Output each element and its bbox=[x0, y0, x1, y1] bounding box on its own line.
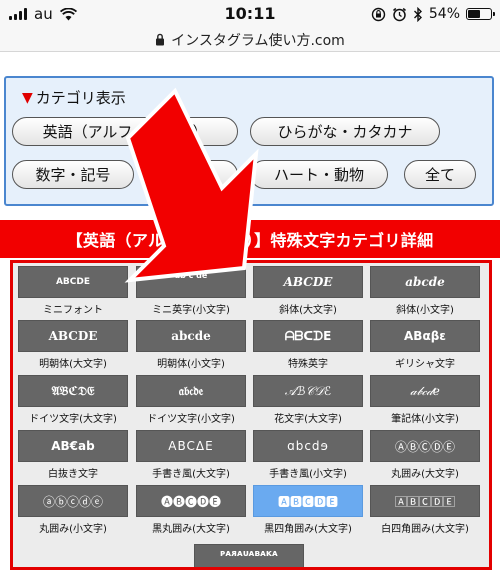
tile-sample: AB€ab bbox=[18, 430, 128, 462]
tile-mincho-upper[interactable]: ABCDE 明朝体(大文字) bbox=[18, 320, 128, 370]
status-right: 54% bbox=[371, 5, 495, 23]
tile-caption: 花文字(大文字) bbox=[274, 414, 342, 425]
tile-circled-upper[interactable]: ⒶⒷⒸⒹⒺ 丸囲み(大文字) bbox=[370, 430, 480, 480]
tile-sample: ABCDE bbox=[18, 320, 128, 352]
url-bar[interactable]: インスタグラム使い方.com bbox=[0, 28, 500, 52]
category-button-all[interactable]: 全て bbox=[404, 160, 476, 189]
tile-script-upper[interactable]: 𝒜ℬ𝒞𝒟ℰ 花文字(大文字) bbox=[253, 375, 363, 425]
tile-sample: 𝔄𝔅ℭ𝔇𝔈 bbox=[18, 375, 128, 407]
tile-italic-lower[interactable]: abcde 斜体(小文字) bbox=[370, 266, 480, 316]
tile-caption: 手書き風(小文字) bbox=[269, 469, 347, 480]
category-title: カテゴリ表示 bbox=[35, 89, 126, 107]
alarm-icon bbox=[392, 7, 406, 21]
lock-icon bbox=[156, 33, 165, 46]
url-domain: インスタグラム使い方.com bbox=[171, 32, 345, 49]
tile-outline[interactable]: AB€ab 白抜き文字 bbox=[18, 430, 128, 480]
tile-sample: ⒶⒷⒸⒹⒺ bbox=[370, 430, 480, 462]
category-button-heart-animal[interactable]: ハート・動物 bbox=[250, 160, 388, 189]
tile-italic-upper[interactable]: ABCDE 斜体(大文字) bbox=[253, 266, 363, 316]
tile-sample: ɑbcdɘ bbox=[253, 430, 363, 462]
font-grid: ABCDE ミニフォント ab c de ミニ英字(小文字) ABCDE 斜体(大文字… bbox=[10, 260, 492, 570]
tile-caption: 白四角囲み(大文字) bbox=[381, 524, 469, 535]
triangle-down-icon: ▼ bbox=[22, 89, 33, 106]
tile-sample: ⓐⓑⓒⓓⓔ bbox=[18, 485, 128, 517]
tile-caption: 黒丸囲み(大文字) bbox=[152, 524, 230, 535]
bluetooth-icon bbox=[413, 6, 422, 22]
tile-caption: 特殊英字 bbox=[288, 359, 328, 370]
tile-sample: 𝔞𝔟𝔠𝔡𝔢 bbox=[136, 375, 246, 407]
battery-percent: 54% bbox=[428, 6, 460, 22]
tile-caption: 斜体(大文字) bbox=[279, 305, 337, 316]
tile-white-squared[interactable]: 🄰🄱🄲🄳🄴 白四角囲み(大文字) bbox=[370, 485, 480, 535]
tile-script-lower[interactable]: 𝒶𝒷𝒸𝒹ℯ 筆記体(小文字) bbox=[370, 375, 480, 425]
tile-sample: ABCΔE bbox=[136, 430, 246, 462]
tile-mini-lower[interactable]: ab c de ミニ英字(小文字) bbox=[136, 266, 246, 316]
rotation-lock-icon bbox=[371, 7, 386, 21]
category-heading: ▼ カテゴリ表示 bbox=[22, 87, 126, 108]
tile-caption: ドイツ文字(大文字) bbox=[29, 414, 117, 425]
tile-caption: ミニフォント bbox=[43, 305, 103, 316]
tile-sample: ᴘᴀᴙᴀᴜᴀʙᴀᴋᴀ bbox=[194, 544, 304, 567]
tile-caption: ドイツ文字(小文字) bbox=[147, 414, 235, 425]
status-bar: au 10:11 54% bbox=[0, 0, 500, 28]
tile-circled-lower[interactable]: ⓐⓑⓒⓓⓔ 丸囲み(小文字) bbox=[18, 485, 128, 535]
tile-caption: 明朝体(大文字) bbox=[39, 359, 107, 370]
tile-mini-font[interactable]: ABCDE ミニフォント bbox=[18, 266, 128, 316]
tile-sample: 𝒜ℬ𝒞𝒟ℰ bbox=[253, 375, 363, 407]
battery-fill bbox=[468, 10, 480, 18]
tile-mincho-lower[interactable]: abcde 明朝体(小文字) bbox=[136, 320, 246, 370]
tile-sample: ΑΒαβε bbox=[370, 320, 480, 352]
tile-caption: 黒四角囲み(大文字) bbox=[264, 524, 352, 535]
tile-special-english[interactable]: ᗩᗷᑕᗪE 特殊英字 bbox=[253, 320, 363, 370]
tile-caption: 白抜き文字 bbox=[48, 469, 98, 480]
tile-sample: ᗩᗷᑕᗪE bbox=[253, 320, 363, 352]
battery-icon bbox=[466, 8, 495, 20]
category-button-english[interactable]: 英語（アルファベット） bbox=[12, 117, 238, 146]
tile-sample: abcde bbox=[370, 266, 480, 298]
tile-caption: 手書き風(大文字) bbox=[152, 469, 230, 480]
section-header: 【英語（アルファベット）】特殊文字カテゴリ詳細 bbox=[0, 220, 500, 258]
tile-caption: 斜体(小文字) bbox=[396, 305, 454, 316]
tile-handwritten-upper[interactable]: ABCΔE 手書き風(大文字) bbox=[136, 430, 246, 480]
tile-caption: 明朝体(小文字) bbox=[157, 359, 225, 370]
tile-caption: 筆記体(小文字) bbox=[391, 414, 459, 425]
tile-fraktur-upper[interactable]: 𝔄𝔅ℭ𝔇𝔈 ドイツ文字(大文字) bbox=[18, 375, 128, 425]
tile-caption: 丸囲み(小文字) bbox=[39, 524, 107, 535]
tile-caption: ミニ英字(小文字) bbox=[152, 305, 230, 316]
category-button-kanji[interactable]: 漢字 bbox=[146, 160, 238, 189]
category-box: ▼ カテゴリ表示 英語（アルファベット） ひらがな・カタカナ 数字・記号 漢字 … bbox=[4, 76, 494, 206]
tile-sample: ABCDE bbox=[18, 266, 128, 298]
tile-sample: 𝒶𝒷𝒸𝒹ℯ bbox=[370, 375, 480, 407]
tile-sample: abcde bbox=[136, 320, 246, 352]
tile-sample: 🄰🄱🄲🄳🄴 bbox=[370, 485, 480, 517]
tile-caption: 丸囲み(大文字) bbox=[391, 469, 459, 480]
tile-fraktur-lower[interactable]: 𝔞𝔟𝔠𝔡𝔢 ドイツ文字(小文字) bbox=[136, 375, 246, 425]
tile-sample: ABCDE bbox=[253, 266, 363, 298]
tile-sample: 🅐🅑🅒🅓🅔 bbox=[136, 485, 246, 517]
tile-black-circled[interactable]: 🅐🅑🅒🅓🅔 黒丸囲み(大文字) bbox=[136, 485, 246, 535]
category-button-numbers[interactable]: 数字・記号 bbox=[12, 160, 134, 189]
tile-caption: ギリシャ文字 bbox=[395, 359, 455, 370]
tile-handwritten-lower[interactable]: ɑbcdɘ 手書き風(小文字) bbox=[253, 430, 363, 480]
tile-small-caps[interactable]: ᴘᴀᴙᴀᴜᴀʙᴀᴋᴀ bbox=[194, 544, 304, 567]
tile-greek[interactable]: ΑΒαβε ギリシャ文字 bbox=[370, 320, 480, 370]
tile-sample: ab c de bbox=[136, 266, 246, 298]
category-button-kana[interactable]: ひらがな・カタカナ bbox=[250, 117, 440, 146]
tile-black-squared[interactable]: 🅰🅱🅲🅳🅴 黒四角囲み(大文字) bbox=[253, 485, 363, 535]
tile-sample: 🅰🅱🅲🅳🅴 bbox=[253, 485, 363, 517]
